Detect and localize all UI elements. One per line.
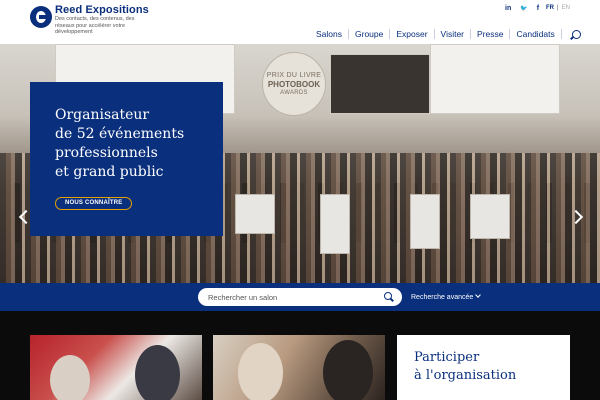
cards-section: Participer à l'organisation (0, 311, 600, 400)
hero-photo-wall (430, 44, 560, 114)
search-band: Recherche avancée (0, 283, 600, 311)
main-nav: Salons Groupe Exposer Visiter Presse Can… (310, 29, 581, 39)
lang-en[interactable]: EN (562, 5, 570, 11)
hero-title-line: professionnels (55, 145, 158, 161)
card-image-visitors[interactable] (30, 335, 202, 400)
site-header: Reed Expositions Des contacts, des conte… (0, 0, 600, 44)
prize-sign: PRIX DU LIVRE PHOTOBOOK AWARDS (262, 52, 326, 116)
card-photo-person (323, 340, 373, 400)
card-photo-person (50, 355, 90, 400)
advanced-search-label: Recherche avancée (411, 294, 474, 301)
salon-search-input[interactable] (208, 288, 378, 306)
linkedin-icon[interactable]: in (505, 5, 511, 12)
carousel-prev-icon[interactable] (18, 210, 28, 224)
nav-item-visiter[interactable]: Visiter (435, 29, 472, 39)
about-us-button[interactable]: NOUS CONNAÎTRE (55, 197, 133, 210)
reed-logo-icon (30, 6, 52, 28)
hero-title-line: Organisateur (55, 107, 150, 123)
hero-photo-wall (330, 54, 430, 114)
nav-item-salons[interactable]: Salons (310, 29, 349, 39)
brand-tagline: Des contacts, des contenus, des réseaux … (55, 16, 135, 35)
lang-separator: | (557, 5, 559, 11)
language-switcher: FR | EN (546, 5, 570, 11)
nav-item-candidats[interactable]: Candidats (510, 29, 562, 39)
hero-photo-table (235, 194, 275, 234)
chevron-down-icon (475, 292, 482, 298)
carousel-next-icon[interactable] (572, 210, 582, 224)
hero-title-line: et grand public (55, 164, 164, 180)
prize-line-1: PRIX DU LIVRE (266, 71, 322, 79)
logo[interactable]: Reed Expositions Des contacts, des conte… (30, 4, 155, 36)
prize-line-2: PHOTOBOOK (267, 79, 321, 89)
card-photo-person (238, 343, 283, 400)
card-participate-title: Participer à l'organisation (414, 349, 570, 385)
card-participate[interactable]: Participer à l'organisation (397, 335, 570, 400)
card-photo-person (135, 345, 180, 400)
prize-line-3: AWARDS (280, 89, 308, 96)
hero-title: Organisateur de 52 événements profession… (55, 106, 223, 182)
nav-item-exposer[interactable]: Exposer (390, 29, 435, 39)
search-icon[interactable] (571, 29, 581, 39)
hero-photo-table (410, 194, 440, 249)
facebook-icon[interactable]: f (537, 5, 539, 12)
social-links: in 🐦 f (505, 5, 539, 12)
search-icon[interactable] (384, 292, 392, 300)
advanced-search-link[interactable]: Recherche avancée (411, 292, 482, 301)
hero-text-box: Organisateur de 52 événements profession… (30, 82, 223, 236)
card-title-line: Participer (414, 350, 480, 365)
brand-name: Reed Expositions (55, 4, 149, 16)
lang-fr[interactable]: FR (546, 5, 554, 11)
search-box (198, 288, 402, 306)
hero-title-line: de 52 événements (55, 126, 185, 142)
card-title-line: à l'organisation (414, 368, 517, 383)
twitter-icon[interactable]: 🐦 (520, 5, 527, 12)
hero-photo-table (320, 194, 350, 254)
nav-item-groupe[interactable]: Groupe (349, 29, 391, 39)
nav-item-presse[interactable]: Presse (471, 29, 511, 39)
card-image-readers[interactable] (213, 335, 385, 400)
hero-photo-table (470, 194, 510, 239)
